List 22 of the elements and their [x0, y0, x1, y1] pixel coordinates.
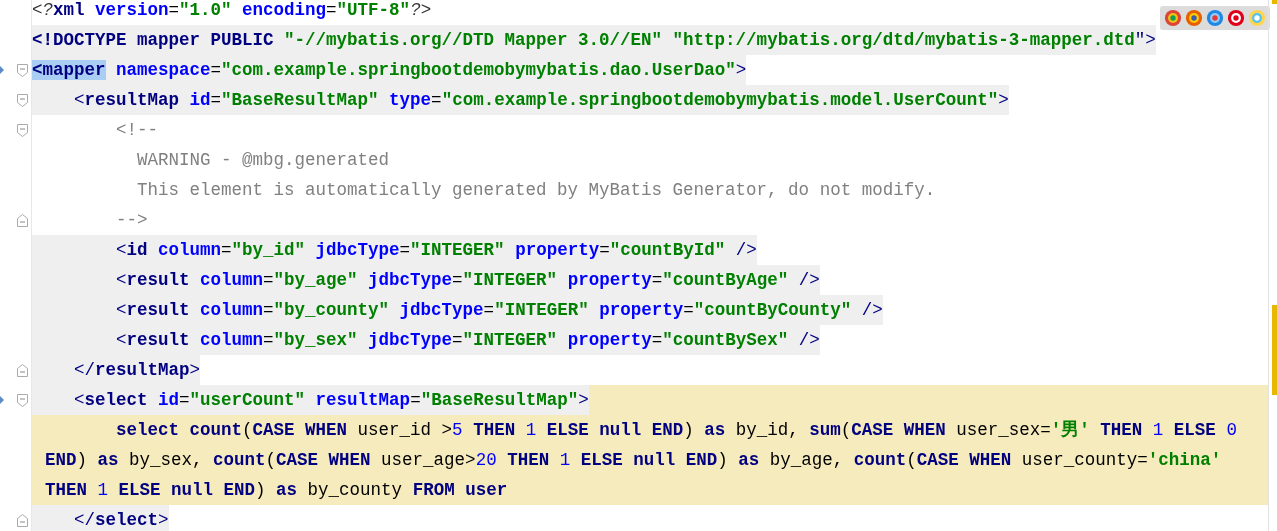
code-line: -->: [115, 209, 148, 232]
browser-icon[interactable]: [1226, 9, 1245, 27]
fold-icon[interactable]: [17, 94, 28, 107]
fold-icon[interactable]: [17, 514, 28, 527]
browser-icon[interactable]: [1185, 9, 1204, 27]
code-line: WARNING - @mbg.generated: [136, 149, 390, 172]
gutter-arrow-icon[interactable]: [0, 66, 4, 74]
browser-icon[interactable]: [1206, 9, 1224, 27]
code-line: select count(CASE WHEN user_id >5 THEN 1 ELSE null END) as by_id, sum(CASE WHEN user_sex='男' THEN 1 ELSE 0: [115, 419, 1237, 442]
code-line: <!--: [115, 119, 159, 142]
code-line: THEN 1 ELSE null END) as by_county FROM user: [45, 479, 508, 502]
fold-icon[interactable]: [17, 64, 28, 77]
fold-icon[interactable]: [17, 124, 28, 137]
fold-icon[interactable]: [17, 394, 28, 407]
fold-icon[interactable]: [17, 214, 28, 227]
code-line: <?xml version="1.0" encoding="UTF-8"?>: [32, 0, 432, 22]
fold-icon[interactable]: [17, 364, 28, 377]
gutter-arrow-icon[interactable]: [0, 396, 4, 404]
code-line: This element is automatically generated by MyBatis Generator, do not modify.: [136, 179, 936, 202]
code-line: END) as by_sex, count(CASE WHEN user_age>20 THEN 1 ELSE null END) as by_age, count(CASE WHEN user_county='china': [45, 449, 1222, 472]
error-stripe-mark: [1272, 0, 1277, 4]
browser-icon[interactable]: [1164, 9, 1183, 27]
